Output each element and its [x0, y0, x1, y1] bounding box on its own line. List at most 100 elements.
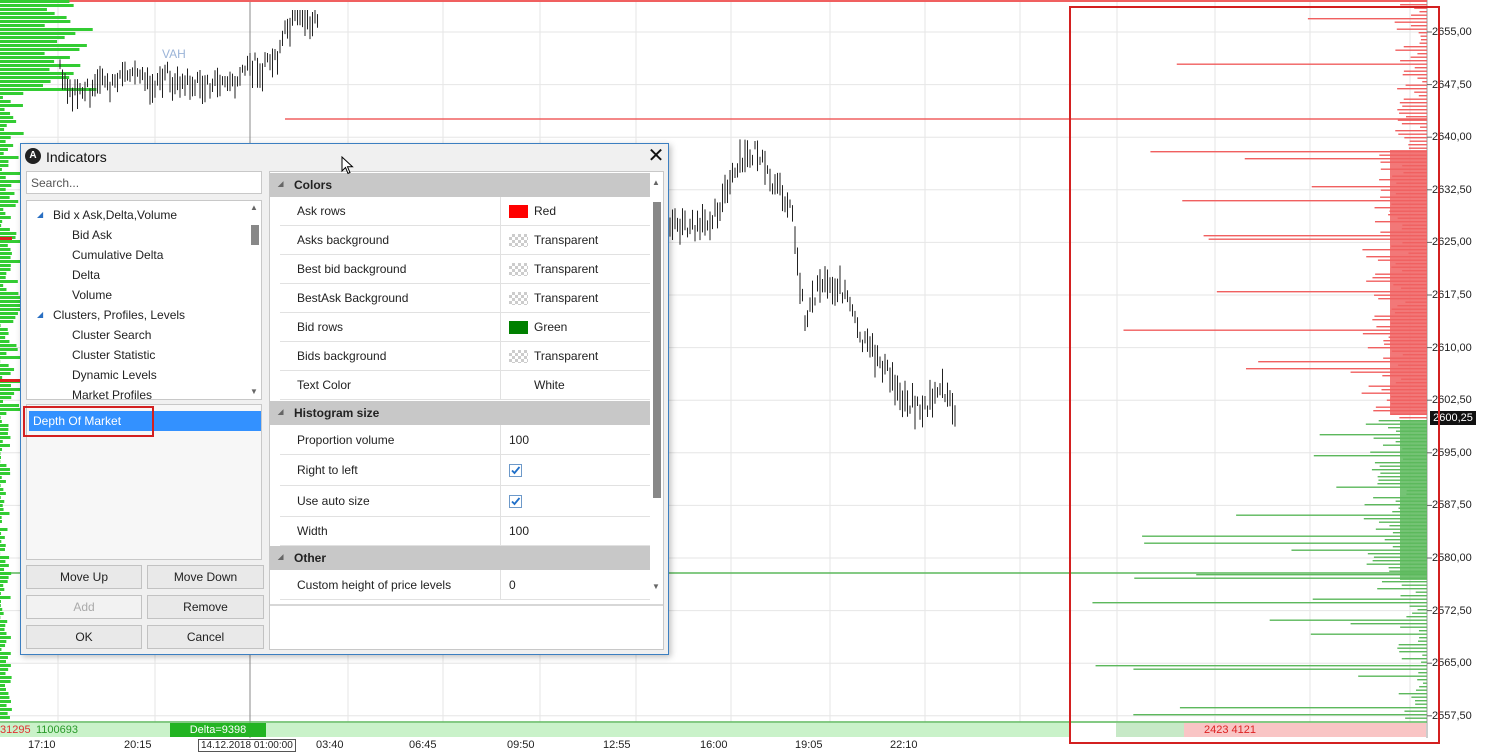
profile-bar — [0, 672, 6, 675]
collapse-icon[interactable]: ◢ — [278, 173, 283, 197]
category-other[interactable]: ◢Other — [270, 546, 650, 570]
prop-bids-background[interactable]: Bids background Transparent — [280, 342, 650, 371]
profile-bar — [0, 60, 54, 63]
tree-item[interactable]: Cluster Statistic — [72, 345, 155, 365]
profile-bar — [0, 288, 6, 291]
profile-bar — [0, 520, 2, 523]
auto-size-checkbox[interactable] — [509, 495, 522, 508]
tree-item[interactable]: Delta — [72, 265, 100, 285]
collapse-icon[interactable]: ◢ — [278, 401, 283, 425]
tree-item[interactable]: Bid Ask — [72, 225, 112, 245]
tree-item[interactable]: Cumulative Delta — [72, 245, 163, 265]
profile-bar — [0, 152, 4, 155]
profile-bar — [0, 544, 6, 547]
profile-bar — [0, 88, 96, 91]
time-tick-label: 16:00 — [700, 739, 728, 751]
prop-width[interactable]: Width 100 — [280, 517, 650, 546]
search-input[interactable] — [26, 171, 262, 194]
profile-bar — [0, 128, 4, 131]
prop-text-color[interactable]: Text Color White — [280, 371, 650, 400]
transparent-swatch — [509, 263, 528, 276]
scroll-up-icon[interactable]: ▲ — [652, 178, 660, 187]
tree-item-label: Bid x Ask,Delta,Volume — [53, 208, 177, 222]
profile-bar — [0, 176, 6, 179]
profile-bar — [0, 628, 5, 631]
profile-bar — [0, 340, 9, 343]
prop-use-auto-size[interactable]: Use auto size — [280, 486, 650, 517]
profile-bar — [0, 516, 2, 519]
tree-item[interactable]: Market Profiles — [72, 385, 152, 400]
profile-bar — [0, 204, 16, 207]
profile-bar — [0, 36, 65, 39]
tree-item-label: Cluster Statistic — [72, 348, 155, 362]
transparent-swatch — [509, 292, 528, 305]
profile-bar — [0, 488, 3, 491]
profile-bar — [0, 684, 5, 687]
scroll-up-icon[interactable]: ▲ — [250, 203, 258, 212]
profile-bar — [0, 336, 5, 339]
profile-bar — [0, 492, 6, 495]
dialog-title: Indicators — [46, 149, 107, 165]
expand-icon[interactable]: ◢ — [37, 205, 43, 225]
tree-item[interactable]: Cluster Search — [72, 325, 151, 345]
profile-bar — [0, 588, 4, 591]
remove-button[interactable]: Remove — [147, 595, 264, 619]
profile-bar — [0, 192, 14, 195]
category-colors[interactable]: ◢Colors — [270, 173, 650, 197]
profile-bar — [0, 648, 1, 651]
profile-bar — [0, 504, 3, 507]
tree-scrollbar[interactable]: ▲ ▼ — [249, 201, 261, 399]
tree-group[interactable]: ◢Bid x Ask,Delta,Volume — [53, 205, 177, 225]
ok-button[interactable]: OK — [26, 625, 142, 649]
tree-group[interactable]: ◢Clusters, Profiles, Levels — [53, 305, 185, 325]
prop-right-to-left[interactable]: Right to left — [280, 455, 650, 486]
green-swatch — [509, 321, 528, 334]
close-icon[interactable]: ✕ — [646, 145, 666, 167]
collapse-icon[interactable]: ◢ — [278, 546, 283, 570]
profile-bar — [0, 64, 80, 67]
time-cursor-badge: 14.12.2018 01:00:00 — [198, 739, 296, 752]
profile-bar — [0, 140, 6, 143]
prop-proportion-volume[interactable]: Proportion volume 100 — [280, 425, 650, 455]
profile-bar — [0, 396, 11, 399]
profile-bar — [0, 108, 5, 111]
tree-item[interactable]: Dynamic Levels — [72, 365, 157, 385]
property-scrollbar[interactable]: ▲ ▼ — [651, 172, 663, 602]
profile-bar — [0, 228, 10, 231]
property-grid: ◢Colors Ask rows Red Asks background Tra… — [269, 171, 664, 650]
scroll-thumb[interactable] — [251, 225, 259, 245]
profile-bar — [0, 56, 70, 59]
profile-bar — [0, 496, 1, 499]
prop-best-bid-background[interactable]: Best bid background Transparent — [280, 255, 650, 284]
move-up-button[interactable]: Move Up — [26, 565, 142, 589]
expand-icon[interactable]: ◢ — [37, 305, 43, 325]
tree-item[interactable]: Volume — [72, 285, 112, 305]
profile-bar — [0, 272, 6, 275]
profile-bar — [0, 696, 9, 699]
profile-bar — [0, 304, 22, 307]
time-tick-label: 09:50 — [507, 739, 535, 751]
prop-bid-rows[interactable]: Bid rows Green — [280, 313, 650, 342]
profile-bar — [0, 716, 10, 719]
profile-bar — [0, 296, 21, 299]
scroll-thumb[interactable] — [653, 202, 661, 498]
transparent-swatch — [509, 350, 528, 363]
prop-bestask-background[interactable]: BestAsk Background Transparent — [280, 284, 650, 313]
bottom-volume-red: 31295 — [0, 724, 31, 737]
move-down-button[interactable]: Move Down — [147, 565, 264, 589]
checkmark-icon — [510, 496, 521, 507]
profile-bar — [0, 32, 75, 35]
right-to-left-checkbox[interactable] — [509, 464, 522, 477]
profile-bar — [0, 188, 6, 191]
profile-bar — [0, 392, 14, 395]
prop-ask-rows[interactable]: Ask rows Red — [280, 197, 650, 226]
cancel-button[interactable]: Cancel — [147, 625, 264, 649]
vah-label: VAH — [162, 47, 186, 61]
category-histogram-size[interactable]: ◢Histogram size — [270, 401, 650, 425]
prop-asks-background[interactable]: Asks background Transparent — [280, 226, 650, 255]
profile-poc-bar — [0, 379, 20, 382]
prop-custom-height[interactable]: Custom height of price levels 0 — [280, 570, 650, 600]
add-button[interactable]: Add — [26, 595, 142, 619]
scroll-down-icon[interactable]: ▼ — [250, 387, 258, 396]
scroll-down-icon[interactable]: ▼ — [652, 582, 660, 591]
